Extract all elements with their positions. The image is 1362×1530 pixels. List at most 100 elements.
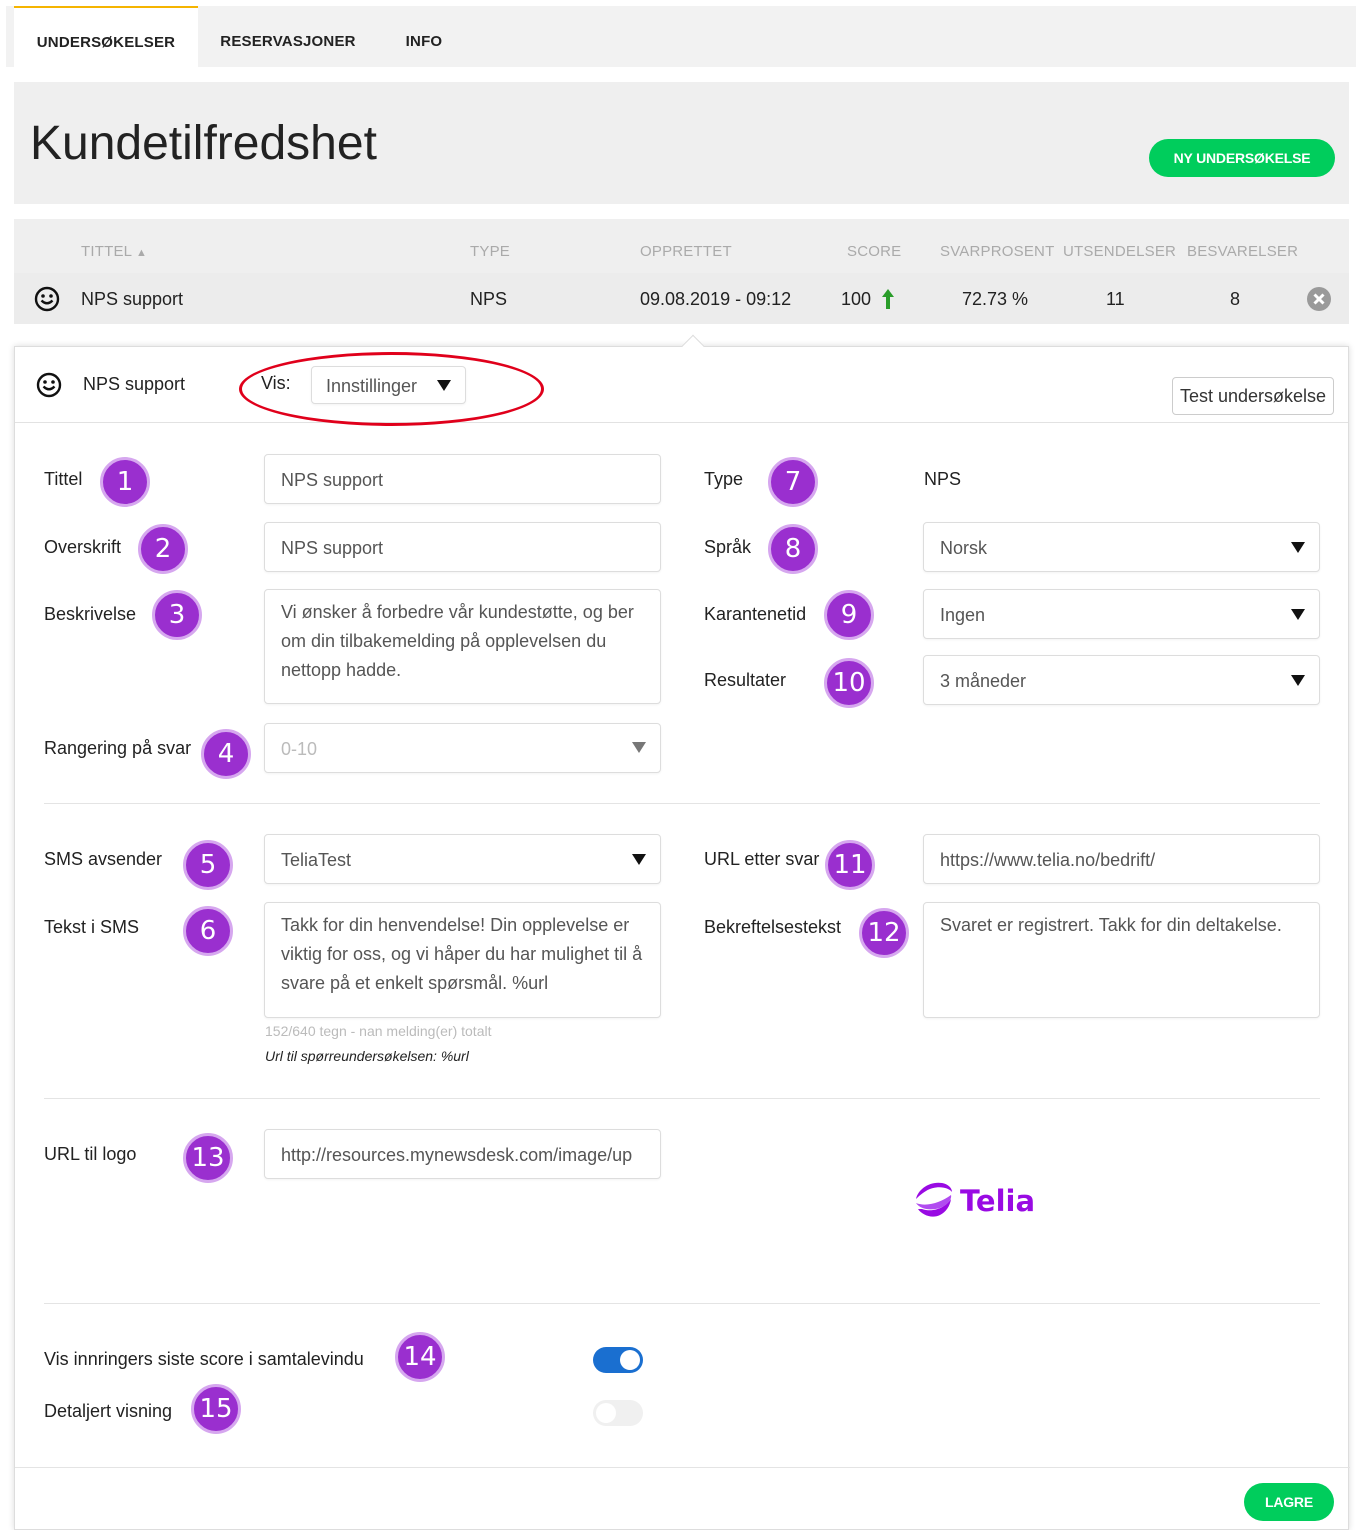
chevron-down-icon [1291, 609, 1305, 620]
table-header: TITTEL ▲ TYPE OPPRETTET SCORE SVARPROSEN… [14, 219, 1349, 273]
badge-13: 13 [183, 1133, 233, 1183]
karantene-value: Ingen [940, 605, 986, 625]
detaljert-label: Detaljert visning [44, 1401, 173, 1421]
table-row[interactable]: NPS support NPS 09.08.2019 - 09:12 100 7… [14, 273, 1349, 324]
sms-url-hint: Url til spørreundersøkelsen: %url [265, 1048, 469, 1064]
tittel-input[interactable]: NPS support [264, 454, 661, 504]
vis-select[interactable]: Innstillinger [311, 366, 466, 404]
sort-asc-icon: ▲ [136, 247, 148, 259]
chevron-down-icon [437, 380, 451, 391]
type-label: Type [704, 469, 744, 489]
chevron-down-icon [632, 854, 646, 865]
survey-settings-panel: NPS support Vis: Innstillinger Test unde… [14, 334, 1350, 1530]
row-title: NPS support [81, 289, 184, 309]
bekreft-textarea[interactable]: Svaret er registrert. Takk for din delta… [923, 902, 1320, 1018]
vis-score-label: Vis innringers siste score i samtalevind… [44, 1349, 364, 1369]
row-response-rate: 72.73 % [962, 289, 1029, 309]
karantene-select[interactable]: Ingen [923, 589, 1320, 639]
new-survey-button[interactable]: NY UNDERSØKELSE [1149, 139, 1335, 177]
badge-8: 8 [768, 524, 818, 574]
tekst-sms-textarea[interactable]: Takk for din henvendelse! Din opplevelse… [264, 902, 661, 1018]
badge-12: 12 [859, 908, 909, 958]
rangering-select[interactable]: 0-10 [264, 723, 661, 773]
beskrivelse-textarea[interactable]: Vi ønsker å forbedre vår kundestøtte, og… [264, 589, 661, 704]
col-type[interactable]: TYPE [470, 243, 510, 260]
test-survey-button[interactable]: Test undersøkelse [1172, 377, 1334, 415]
url-etter-label: URL etter svar [704, 849, 820, 869]
telia-logo-icon [916, 1182, 952, 1217]
tekst-sms-label: Tekst i SMS [44, 917, 140, 937]
col-created[interactable]: OPPRETTET [640, 243, 732, 260]
section-divider [44, 1098, 1320, 1099]
overskrift-input[interactable]: NPS support [264, 522, 661, 572]
panel-title: NPS support [83, 374, 186, 394]
vis-label: Vis: [261, 373, 291, 393]
rangering-label: Rangering på svar [44, 738, 192, 758]
toggle-knob [596, 1403, 616, 1423]
detaljert-toggle[interactable] [593, 1400, 643, 1426]
badge-15: 15 [191, 1384, 241, 1434]
arrow-up-icon [881, 288, 895, 315]
badge-14: 14 [395, 1332, 445, 1382]
sprak-select[interactable]: Norsk [923, 522, 1320, 572]
tab-reservasjoner[interactable]: RESERVASJONER [214, 6, 362, 67]
sms-avsender-select[interactable]: TeliaTest [264, 834, 661, 884]
sms-avsender-label: SMS avsender [44, 849, 163, 869]
col-response-rate[interactable]: SVARPROSENT [940, 243, 1054, 260]
resultater-value: 3 måneder [940, 671, 1027, 691]
badge-4: 4 [201, 729, 251, 779]
row-sent: 11 [1106, 289, 1125, 309]
karantene-label: Karantenetid [704, 604, 807, 624]
logo-input[interactable]: http://resources.mynewsdesk.com/image/up [264, 1129, 661, 1179]
sms-avsender-value: TeliaTest [281, 850, 352, 870]
row-score: 100 [841, 289, 872, 309]
chevron-down-icon [1291, 675, 1305, 686]
sprak-label: Språk [704, 537, 752, 557]
row-created: 09.08.2019 - 09:12 [640, 289, 792, 309]
bekreft-label: Bekreftelsestekst [704, 917, 842, 937]
smiley-icon [34, 286, 60, 317]
badge-9: 9 [824, 590, 874, 640]
footer-divider [15, 1467, 1350, 1468]
resultater-select[interactable]: 3 måneder [923, 655, 1320, 705]
badge-3: 3 [152, 590, 202, 640]
col-responses[interactable]: BESVARELSER [1187, 243, 1298, 260]
badge-7: 7 [768, 457, 818, 507]
row-type: NPS [470, 289, 508, 309]
smiley-icon [36, 372, 62, 403]
url-etter-input[interactable]: https://www.telia.no/bedrift/ [923, 834, 1320, 884]
tab-undersokelser[interactable]: UNDERSØKELSER [14, 6, 198, 67]
chevron-down-icon [1291, 542, 1305, 553]
sprak-value: Norsk [940, 538, 988, 558]
page-title: Kundetilfredshet [30, 117, 377, 170]
type-value: NPS [924, 469, 962, 489]
telia-logo-text: Telia [960, 1184, 1036, 1218]
badge-5: 5 [183, 840, 233, 890]
delete-icon[interactable] [1306, 286, 1332, 317]
logo-label: URL til logo [44, 1144, 137, 1164]
col-sent[interactable]: UTSENDELSER [1063, 243, 1176, 260]
col-title[interactable]: TITTEL ▲ [81, 243, 147, 260]
vis-select-value: Innstillinger [326, 376, 418, 396]
badge-6: 6 [183, 906, 233, 956]
telia-logo: Telia [912, 1179, 1042, 1223]
tab-bar: UNDERSØKELSER RESERVASJONER INFO [6, 6, 1356, 67]
rangering-value: 0-10 [281, 739, 318, 759]
tittel-label: Tittel [44, 469, 83, 489]
badge-2: 2 [138, 524, 188, 574]
badge-1: 1 [100, 457, 150, 507]
tab-info[interactable]: INFO [392, 6, 456, 67]
col-score[interactable]: SCORE [847, 243, 901, 260]
overskrift-label: Overskrift [44, 537, 122, 557]
badge-11: 11 [825, 840, 875, 890]
chevron-down-icon [632, 742, 646, 753]
page-header: Kundetilfredshet NY UNDERSØKELSE [14, 82, 1349, 204]
panel-top-bar: NPS support Vis: Innstillinger Test unde… [15, 347, 1348, 426]
badge-10: 10 [824, 658, 874, 708]
sms-counter: 152/640 tegn - nan melding(er) totalt [265, 1023, 492, 1039]
resultater-label: Resultater [704, 670, 787, 690]
vis-score-toggle[interactable] [593, 1347, 643, 1373]
section-divider [44, 803, 1320, 804]
save-button[interactable]: LAGRE [1244, 1483, 1334, 1521]
toggle-knob [620, 1350, 640, 1370]
